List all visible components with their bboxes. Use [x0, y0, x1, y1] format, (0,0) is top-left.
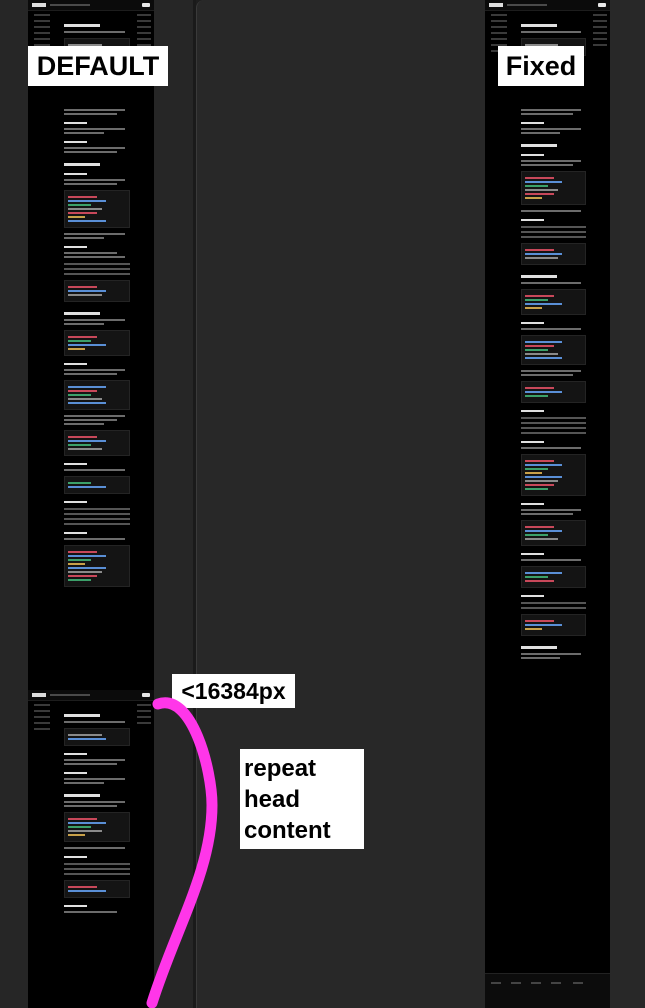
- annotation-curve: [146, 697, 218, 1008]
- magenta-curve-arrow-icon: [146, 697, 218, 1008]
